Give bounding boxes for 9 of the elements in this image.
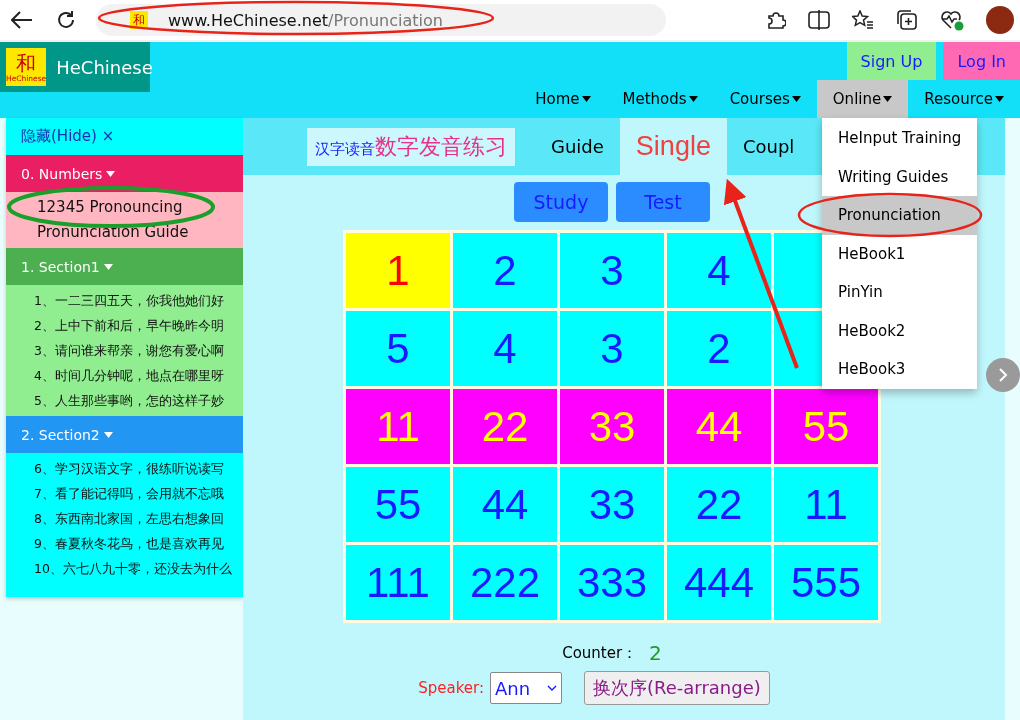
- page-title: 汉字读音数字发音练习: [307, 127, 515, 166]
- counter-value: 2: [649, 641, 662, 665]
- counter-label: Counter：: [562, 643, 638, 663]
- site-name: HeChinese: [56, 56, 153, 78]
- logo-mark: 和: [16, 51, 37, 74]
- speaker-label: Speaker:: [418, 679, 484, 697]
- section-title: 2. Section2: [21, 426, 100, 443]
- section-title: 1. Section1: [21, 258, 100, 275]
- section-title: 0. Numbers: [21, 165, 103, 182]
